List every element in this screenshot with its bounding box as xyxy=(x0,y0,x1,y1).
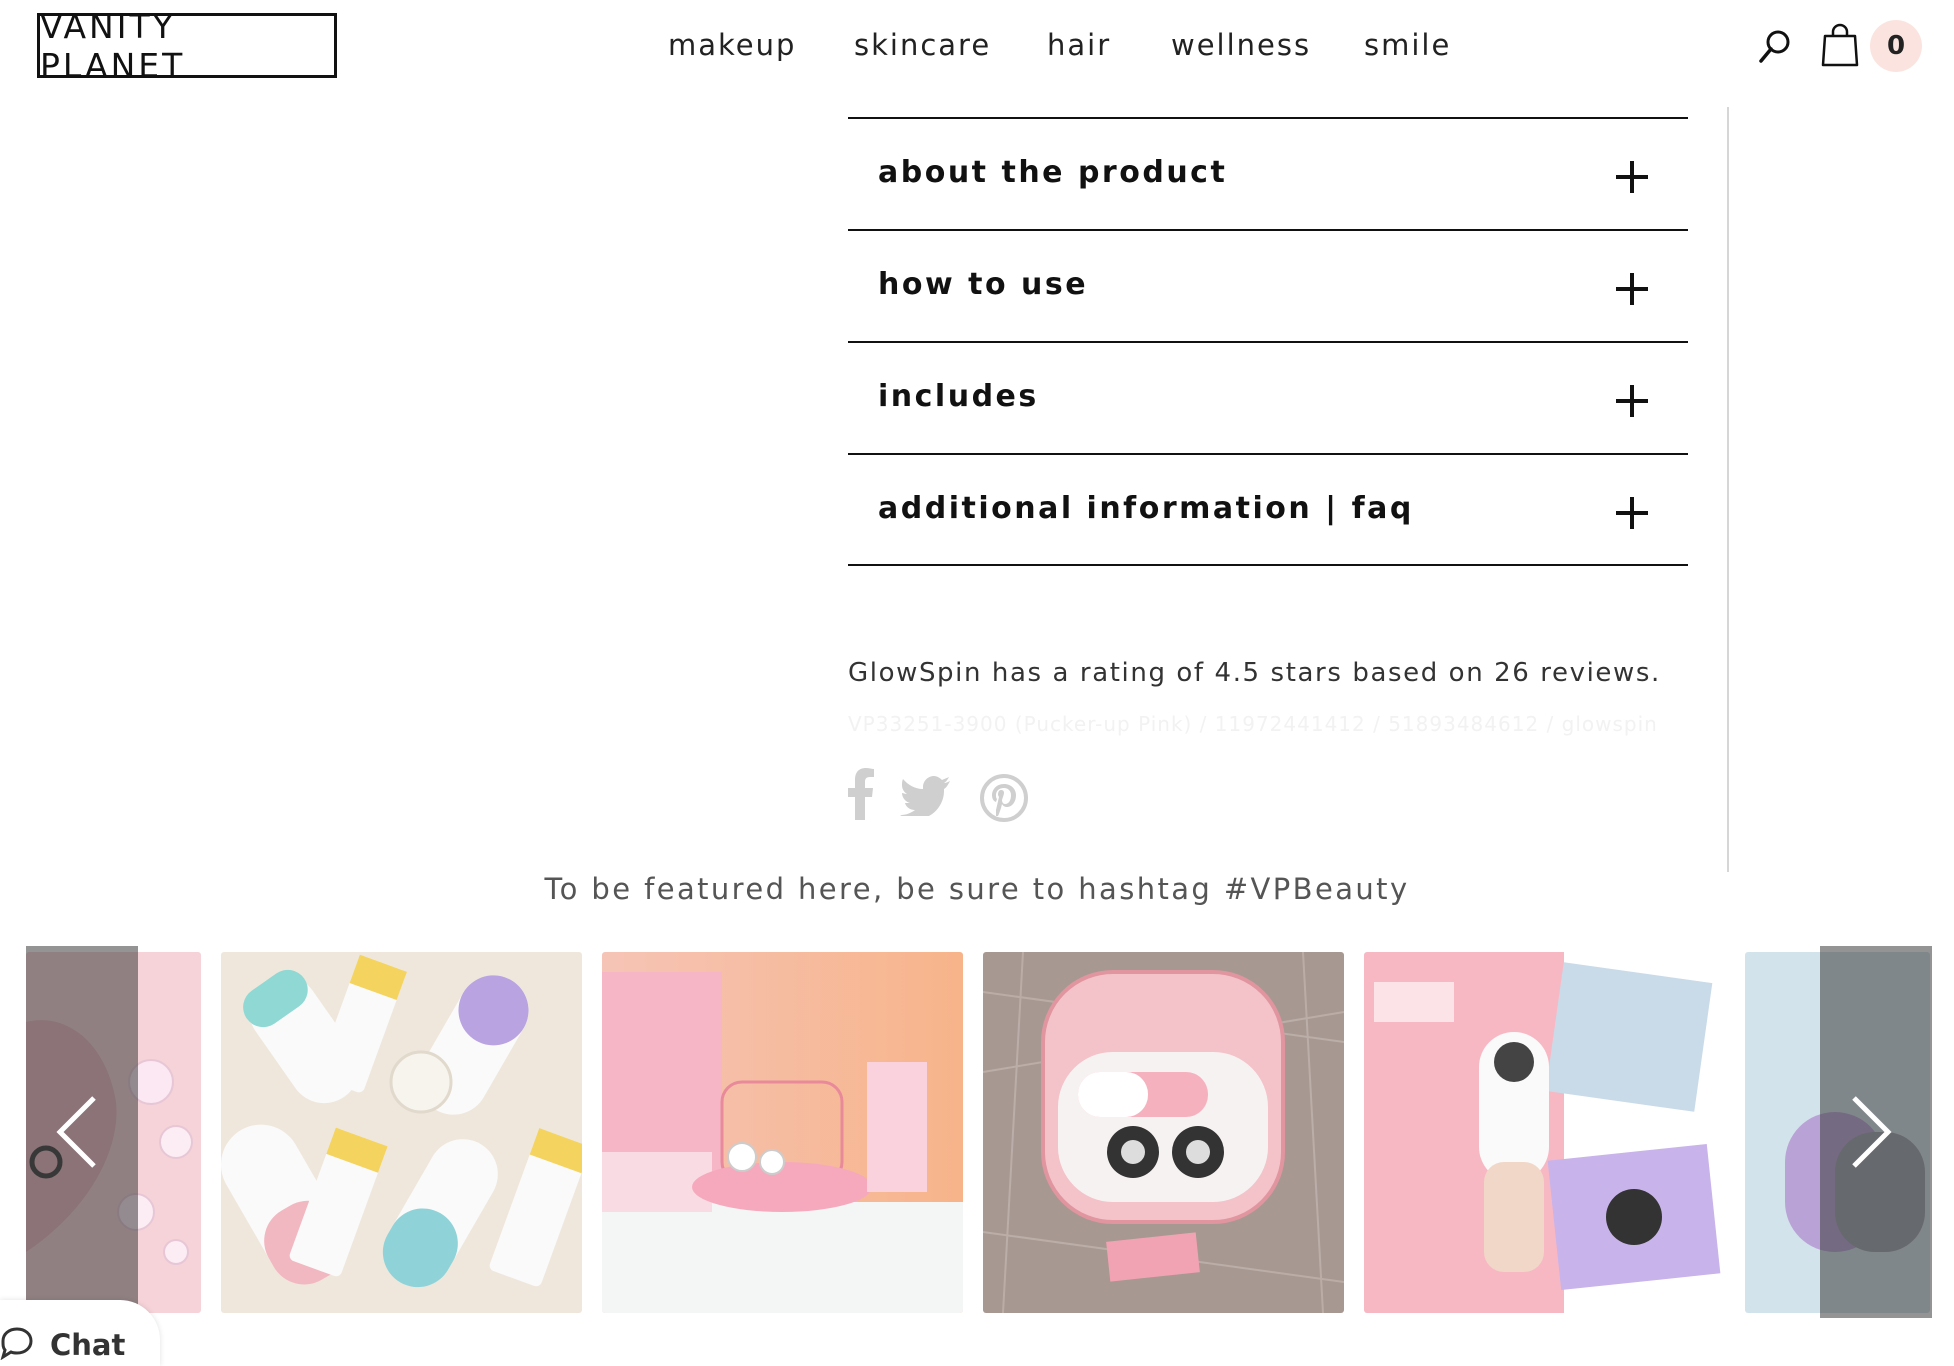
chevron-left-icon xyxy=(56,1096,96,1168)
plus-icon[interactable] xyxy=(1616,385,1648,417)
pinterest-icon[interactable] xyxy=(980,774,1028,826)
twitter-icon[interactable] xyxy=(900,776,950,820)
shopping-bag-icon[interactable] xyxy=(1820,22,1860,72)
sku-text: VP33251-3900 (Pucker-up Pink) / 11972441… xyxy=(848,712,1658,736)
divider xyxy=(1727,107,1729,872)
carousel-next[interactable] xyxy=(1820,946,1932,1318)
accordion-label: additional information | faq xyxy=(878,491,1414,526)
hashtag-prompt: To be featured here, be sure to hashtag … xyxy=(544,872,1410,906)
plus-icon[interactable] xyxy=(1616,161,1648,193)
accordion-label: includes xyxy=(878,379,1039,414)
accordion-includes[interactable]: includes xyxy=(848,341,1688,454)
chevron-right-icon xyxy=(1852,1096,1892,1168)
accordion-about-product[interactable]: about the product xyxy=(848,117,1688,230)
accordion-label: how to use xyxy=(878,267,1089,302)
accordion-how-to-use[interactable]: how to use xyxy=(848,229,1688,342)
nav-skincare[interactable]: skincare xyxy=(854,28,991,62)
ugc-image-skin-spa-kit[interactable] xyxy=(1364,952,1725,1313)
chat-bubble-icon xyxy=(0,1327,33,1360)
cart-count-badge[interactable]: 0 xyxy=(1870,20,1922,72)
facebook-icon[interactable] xyxy=(848,768,874,824)
nav-makeup[interactable]: makeup xyxy=(668,28,796,62)
ugc-image-glowspin-box[interactable] xyxy=(602,952,963,1313)
plus-icon[interactable] xyxy=(1616,497,1648,529)
rating-summary: GlowSpin has a rating of 4.5 stars based… xyxy=(848,658,1661,688)
ugc-image-brushes-tubes[interactable] xyxy=(221,952,582,1313)
chat-button[interactable]: Chat xyxy=(0,1300,160,1366)
main-nav: makeup skincare hair wellness smile xyxy=(0,22,1954,72)
accordion-label: about the product xyxy=(878,155,1228,190)
nav-hair[interactable]: hair xyxy=(1047,28,1111,62)
nav-wellness[interactable]: wellness xyxy=(1171,28,1311,62)
accordion-additional-info-faq[interactable]: additional information | faq xyxy=(848,453,1688,566)
nav-smile[interactable]: smile xyxy=(1364,28,1451,62)
carousel-prev[interactable] xyxy=(26,946,138,1318)
chat-label: Chat xyxy=(50,1328,126,1362)
search-icon[interactable] xyxy=(1758,28,1794,68)
plus-icon[interactable] xyxy=(1616,273,1648,305)
ugc-image-travel-case[interactable] xyxy=(983,952,1344,1313)
